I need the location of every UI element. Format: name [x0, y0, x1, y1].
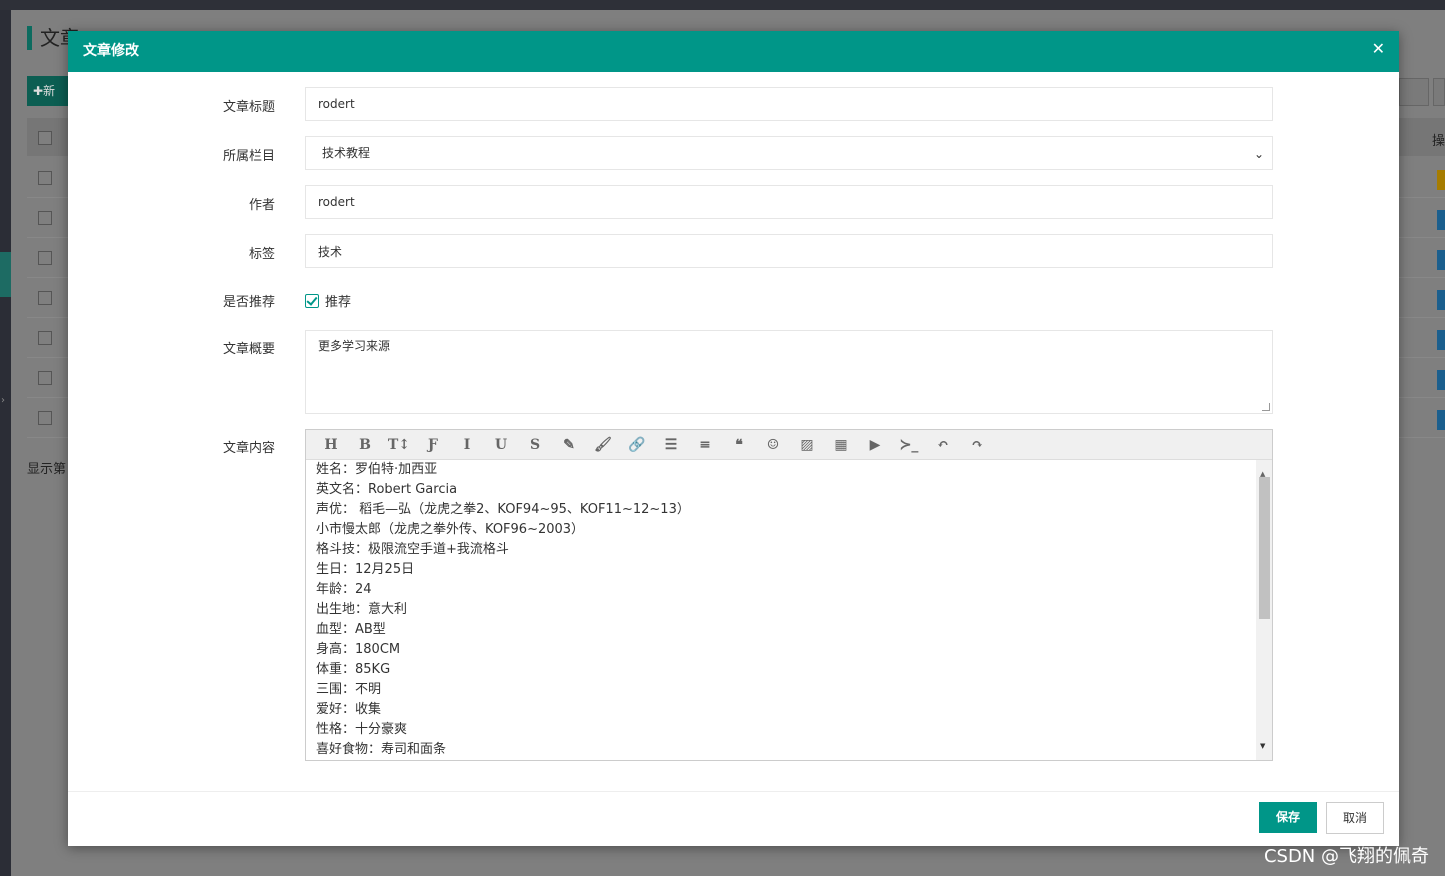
- editor-content[interactable]: 姓名：罗伯特·加西亚英文名：Robert Garcia 声优： 稻毛—弘（龙虎之拳…: [306, 460, 1272, 760]
- rich-text-editor: H B T↕ Ƒ I U S ✎ 🖌 🔗 ☰ ≡ ❝ ☺ ▨ ▦ ▶ ≻_ ↶ ↷ 姓名：罗伯特·加西亚英文名：Rob…: [305, 429, 1273, 761]
- sidebar: ›: [0, 10, 11, 876]
- italic-icon[interactable]: I: [450, 430, 484, 460]
- category-selected-value: 技术教程: [322, 146, 371, 160]
- scroll-down-icon[interactable]: ▼: [1260, 736, 1265, 756]
- edit-article-modal: 文章修改 ✕ 文章标题 所属栏目 技术教程 ⌄ 作者 标签 是否推荐: [68, 31, 1399, 846]
- editor-line: 三围：不明: [316, 682, 382, 697]
- summary-text: 更多学习来源: [318, 339, 391, 353]
- editor-line: 出生地：意大利: [316, 602, 408, 617]
- title-field-wrap: [305, 87, 1273, 121]
- row-checkbox[interactable]: [38, 171, 52, 185]
- editor-line: 体重：85KG: [316, 662, 391, 677]
- content-label: 文章内容: [222, 441, 275, 456]
- editor-lines: 姓名：罗伯特·加西亚英文名：Robert Garcia 声优： 稻毛—弘（龙虎之拳…: [316, 460, 1252, 760]
- editor-line: 小市慢太郎（龙虎之拳外传、KOF96~2003）: [316, 522, 585, 537]
- recommend-checkbox[interactable]: [305, 293, 319, 308]
- link-icon[interactable]: 🔗: [620, 430, 654, 460]
- eraser-icon[interactable]: ✎: [552, 430, 586, 460]
- brush-icon[interactable]: 🖌: [586, 430, 620, 460]
- chevron-down-icon: ⌄: [1253, 147, 1264, 161]
- scrollbar-thumb[interactable]: [1259, 477, 1270, 619]
- quote-icon[interactable]: ❝: [722, 430, 756, 460]
- tags-field-wrap: [305, 234, 1273, 268]
- top-bar: [0, 0, 1445, 10]
- select-all-checkbox[interactable]: [38, 131, 52, 145]
- redo-icon[interactable]: ↷: [960, 430, 994, 460]
- row-checkbox[interactable]: [38, 331, 52, 345]
- emoji-icon[interactable]: ☺: [756, 430, 790, 460]
- modal-title: 文章修改: [83, 43, 139, 59]
- tags-input[interactable]: [305, 234, 1273, 268]
- editor-line: 爱好：收集: [316, 702, 382, 717]
- strikethrough-icon[interactable]: S: [518, 430, 552, 460]
- recommend-checkbox-group[interactable]: 推荐: [305, 291, 1273, 310]
- code-icon[interactable]: ≻_: [892, 430, 926, 460]
- video-icon[interactable]: ▶: [858, 430, 892, 460]
- cancel-button[interactable]: 取消: [1326, 802, 1384, 834]
- author-label: 作者: [248, 198, 275, 213]
- tags-label: 标签: [248, 247, 275, 262]
- row-action-button[interactable]: [1437, 330, 1445, 350]
- editor-scrollbar[interactable]: ▲ ▼: [1256, 460, 1272, 760]
- sidebar-expand-icon[interactable]: ›: [1, 395, 5, 406]
- author-field-wrap: [305, 185, 1273, 219]
- recommend-label: 是否推荐: [222, 295, 275, 310]
- modal-header: 文章修改 ✕: [68, 31, 1399, 72]
- save-button[interactable]: 保存: [1259, 802, 1317, 833]
- row-checkbox[interactable]: [38, 251, 52, 265]
- actions-column-header: 操: [1431, 134, 1445, 149]
- underline-icon[interactable]: U: [484, 430, 518, 460]
- row-action-button[interactable]: [1437, 410, 1445, 430]
- editor-line: 身高：180CM: [316, 642, 401, 657]
- close-icon[interactable]: ✕: [1372, 39, 1385, 59]
- row-action-button[interactable]: [1437, 250, 1445, 270]
- resize-handle[interactable]: [1262, 403, 1270, 411]
- undo-icon[interactable]: ↶: [926, 430, 960, 460]
- summary-field-wrap: 更多学习来源: [305, 330, 1273, 414]
- author-input[interactable]: [305, 185, 1273, 219]
- editor-line: 姓名：罗伯特·加西亚: [316, 462, 438, 477]
- content-field-wrap: H B T↕ Ƒ I U S ✎ 🖌 🔗 ☰ ≡ ❝ ☺ ▨ ▦ ▶ ≻_ ↶ ↷ 姓名：罗伯特·加西亚英文名：Rob…: [305, 429, 1273, 761]
- summary-textarea[interactable]: 更多学习来源: [305, 330, 1273, 414]
- watermark: CSDN @飞翔的佩奇: [1263, 846, 1429, 867]
- sidebar-active-item[interactable]: [0, 252, 11, 297]
- filter-button[interactable]: [1433, 78, 1445, 106]
- editor-line: 性格：十分豪爽: [316, 722, 408, 737]
- editor-line: 喜好食物：寿司和面条: [316, 742, 447, 757]
- editor-line: 生日：12月25日: [316, 562, 415, 577]
- editor-line: 格斗技：极限流空手道+我流格斗: [316, 542, 509, 557]
- editor-line: 年龄：24: [316, 582, 372, 597]
- row-checkbox[interactable]: [38, 411, 52, 425]
- filter-select[interactable]: [1399, 78, 1429, 106]
- title-label: 文章标题: [222, 100, 275, 115]
- category-label: 所属栏目: [222, 149, 275, 164]
- category-field-wrap: 技术教程 ⌄: [305, 136, 1273, 170]
- font-icon[interactable]: Ƒ: [416, 430, 450, 460]
- editor-toolbar: H B T↕ Ƒ I U S ✎ 🖌 🔗 ☰ ≡ ❝ ☺ ▨ ▦ ▶ ≻_ ↶ ↷: [306, 430, 1272, 460]
- title-input[interactable]: [305, 87, 1273, 121]
- align-icon[interactable]: ≡: [688, 430, 722, 460]
- row-checkbox[interactable]: [38, 211, 52, 225]
- modal-footer: 保存 取消: [68, 791, 1399, 846]
- font-size-icon[interactable]: T↕: [382, 430, 416, 460]
- table-icon[interactable]: ▦: [824, 430, 858, 460]
- recommend-field-wrap: 推荐: [305, 291, 1273, 310]
- pagination-info: 显示第: [27, 462, 67, 477]
- list-icon[interactable]: ☰: [654, 430, 688, 460]
- row-checkbox[interactable]: [38, 371, 52, 385]
- row-action-button[interactable]: [1437, 290, 1445, 310]
- editor-line: 血型：AB型: [316, 622, 386, 637]
- row-action-button[interactable]: [1437, 370, 1445, 390]
- category-select[interactable]: 技术教程 ⌄: [305, 136, 1273, 170]
- summary-label: 文章概要: [222, 342, 275, 357]
- recommend-option-label: 推荐: [325, 295, 352, 310]
- heading-icon[interactable]: H: [314, 430, 348, 460]
- row-checkbox[interactable]: [38, 291, 52, 305]
- editor-line: 声优： 稻毛—弘（龙虎之拳2、KOF94~95、KOF11~12~13）: [316, 502, 690, 517]
- row-action-button[interactable]: [1437, 170, 1445, 190]
- editor-line: 英文名：Robert Garcia: [316, 482, 458, 497]
- image-icon[interactable]: ▨: [790, 430, 824, 460]
- bold-icon[interactable]: B: [348, 430, 382, 460]
- row-action-button[interactable]: [1437, 210, 1445, 230]
